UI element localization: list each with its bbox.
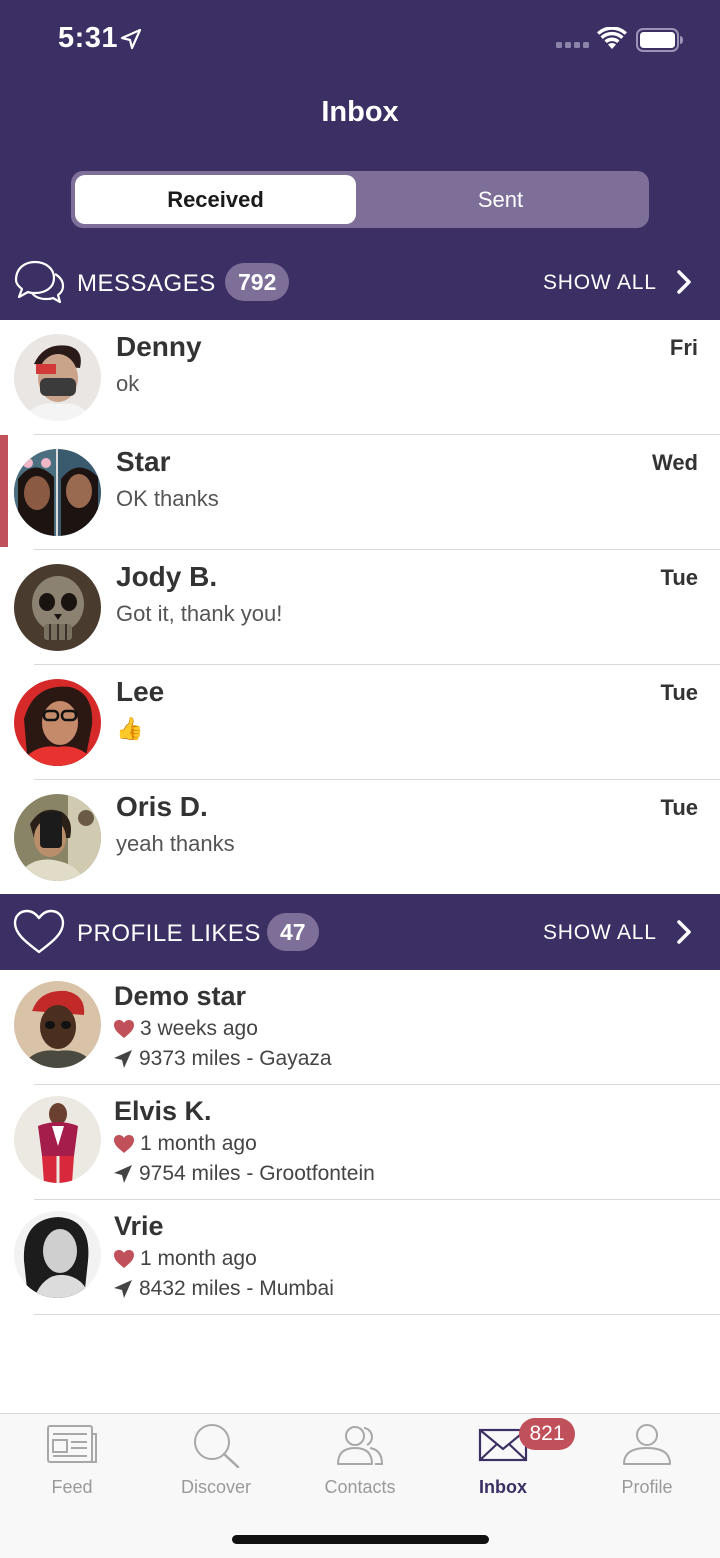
liked-time: 1 month ago [113,1132,257,1156]
status-time: 5:31 [58,22,119,54]
distance-text: 9373 miles - Gayaza [139,1047,332,1070]
heart-icon [114,1020,134,1038]
sender-name: Oris D. [116,791,208,822]
message-preview: ok [116,371,140,396]
contacts-icon [337,1426,384,1465]
location-arrow-icon [114,1165,132,1183]
likes-show-all-link[interactable]: SHOW ALL [543,921,657,945]
message-preview: yeah thanks [116,831,235,856]
wifi-icon [597,27,627,49]
home-indicator [232,1535,489,1544]
messages-section-title: MESSAGES [77,270,216,297]
sent-tab[interactable]: Sent [360,175,641,224]
page-title: Inbox [321,96,399,128]
chevron-right-icon[interactable] [674,270,694,294]
heart-icon [114,1135,134,1153]
liked-time-text: 1 month ago [140,1247,257,1270]
message-day: Tue [660,565,698,590]
avatar [14,1096,101,1183]
divider [34,1314,720,1315]
message-row-lee[interactable]: Lee 👍 Tue [0,665,720,780]
avatar [14,449,101,536]
distance-location: 8432 miles - Mumbai [113,1277,334,1301]
feed-icon [47,1425,97,1463]
sender-name: Star [116,446,171,477]
cellular-signal-icon [556,42,589,48]
message-day: Wed [651,450,698,475]
messages-section-header: MESSAGES 792 SHOW ALL [0,244,720,320]
tab-label: Discover [180,1477,251,1497]
liked-time: 3 weeks ago [113,1017,258,1041]
profile-likes-section-header: PROFILE LIKES 47 SHOW ALL [0,894,720,970]
tab-label: Profile [621,1477,673,1497]
chat-bubbles-icon [14,260,65,304]
sender-name: Lee [116,676,165,707]
profile-icon [623,1424,671,1465]
battery-icon [636,28,683,52]
liker-name: Elvis K. [114,1096,212,1126]
message-day: Tue [660,795,698,820]
likes-count-badge: 47 [267,913,319,951]
heart-icon [114,1250,134,1268]
tab-profile[interactable]: Profile [575,1422,719,1498]
distance-text: 8432 miles - Mumbai [139,1277,334,1300]
distance-location: 9373 miles - Gayaza [113,1047,332,1071]
tab-contacts[interactable]: Contacts [288,1422,432,1498]
liked-time-text: 3 weeks ago [140,1017,258,1040]
received-tab[interactable]: Received [75,175,356,224]
liked-time-text: 1 month ago [140,1132,257,1155]
sender-name: Jody B. [116,561,218,592]
message-preview: Got it, thank you! [116,601,283,626]
chevron-right-icon[interactable] [674,920,694,944]
heart-outline-icon [13,909,65,954]
tab-label: Feed [51,1477,93,1497]
avatar [14,679,101,766]
messages-show-all-link[interactable]: SHOW ALL [543,271,657,295]
message-day: Tue [660,680,698,705]
liked-time: 1 month ago [113,1247,257,1271]
message-row-jody[interactable]: Jody B. Got it, thank you! Tue [0,550,720,665]
tab-feed[interactable]: Feed [0,1422,144,1498]
like-row-vrie[interactable]: Vrie 1 month ago 8432 miles - Mumbai [0,1200,720,1315]
location-arrow-icon [120,28,142,50]
message-preview: OK thanks [116,486,219,511]
avatar [14,794,101,881]
unread-indicator [0,435,8,547]
message-row-oris[interactable]: Oris D. yeah thanks Tue [0,780,720,895]
search-icon [194,1424,240,1469]
tab-discover[interactable]: Discover [144,1422,288,1498]
received-sent-segmented-control: Received Sent [71,171,649,228]
tab-label: Inbox [479,1477,527,1497]
location-arrow-icon [114,1280,132,1298]
avatar [14,1211,101,1298]
message-preview: 👍 [116,716,144,741]
location-arrow-icon [114,1050,132,1068]
avatar [14,334,101,421]
avatar [14,981,101,1068]
distance-location: 9754 miles - Grootfontein [113,1162,375,1186]
liker-name: Vrie [114,1211,164,1241]
like-row-elvis[interactable]: Elvis K. 1 month ago 9754 miles - Grootf… [0,1085,720,1200]
message-row-denny[interactable]: Denny ok Fri [0,320,720,435]
status-bar: 5:31 [0,0,720,80]
like-row-demo-star[interactable]: Demo star 3 weeks ago 9373 miles - Gayaz… [0,970,720,1085]
profile-likes-section-title: PROFILE LIKES [77,920,261,947]
message-day: Fri [669,335,698,360]
inbox-badge: 821 [519,1418,575,1450]
tab-label: Contacts [324,1477,396,1497]
message-row-star[interactable]: Star OK thanks Wed [0,435,720,550]
sender-name: Denny [116,331,202,362]
avatar [14,564,101,651]
messages-count-badge: 792 [225,263,290,301]
distance-text: 9754 miles - Grootfontein [139,1162,375,1185]
liker-name: Demo star [114,981,247,1011]
